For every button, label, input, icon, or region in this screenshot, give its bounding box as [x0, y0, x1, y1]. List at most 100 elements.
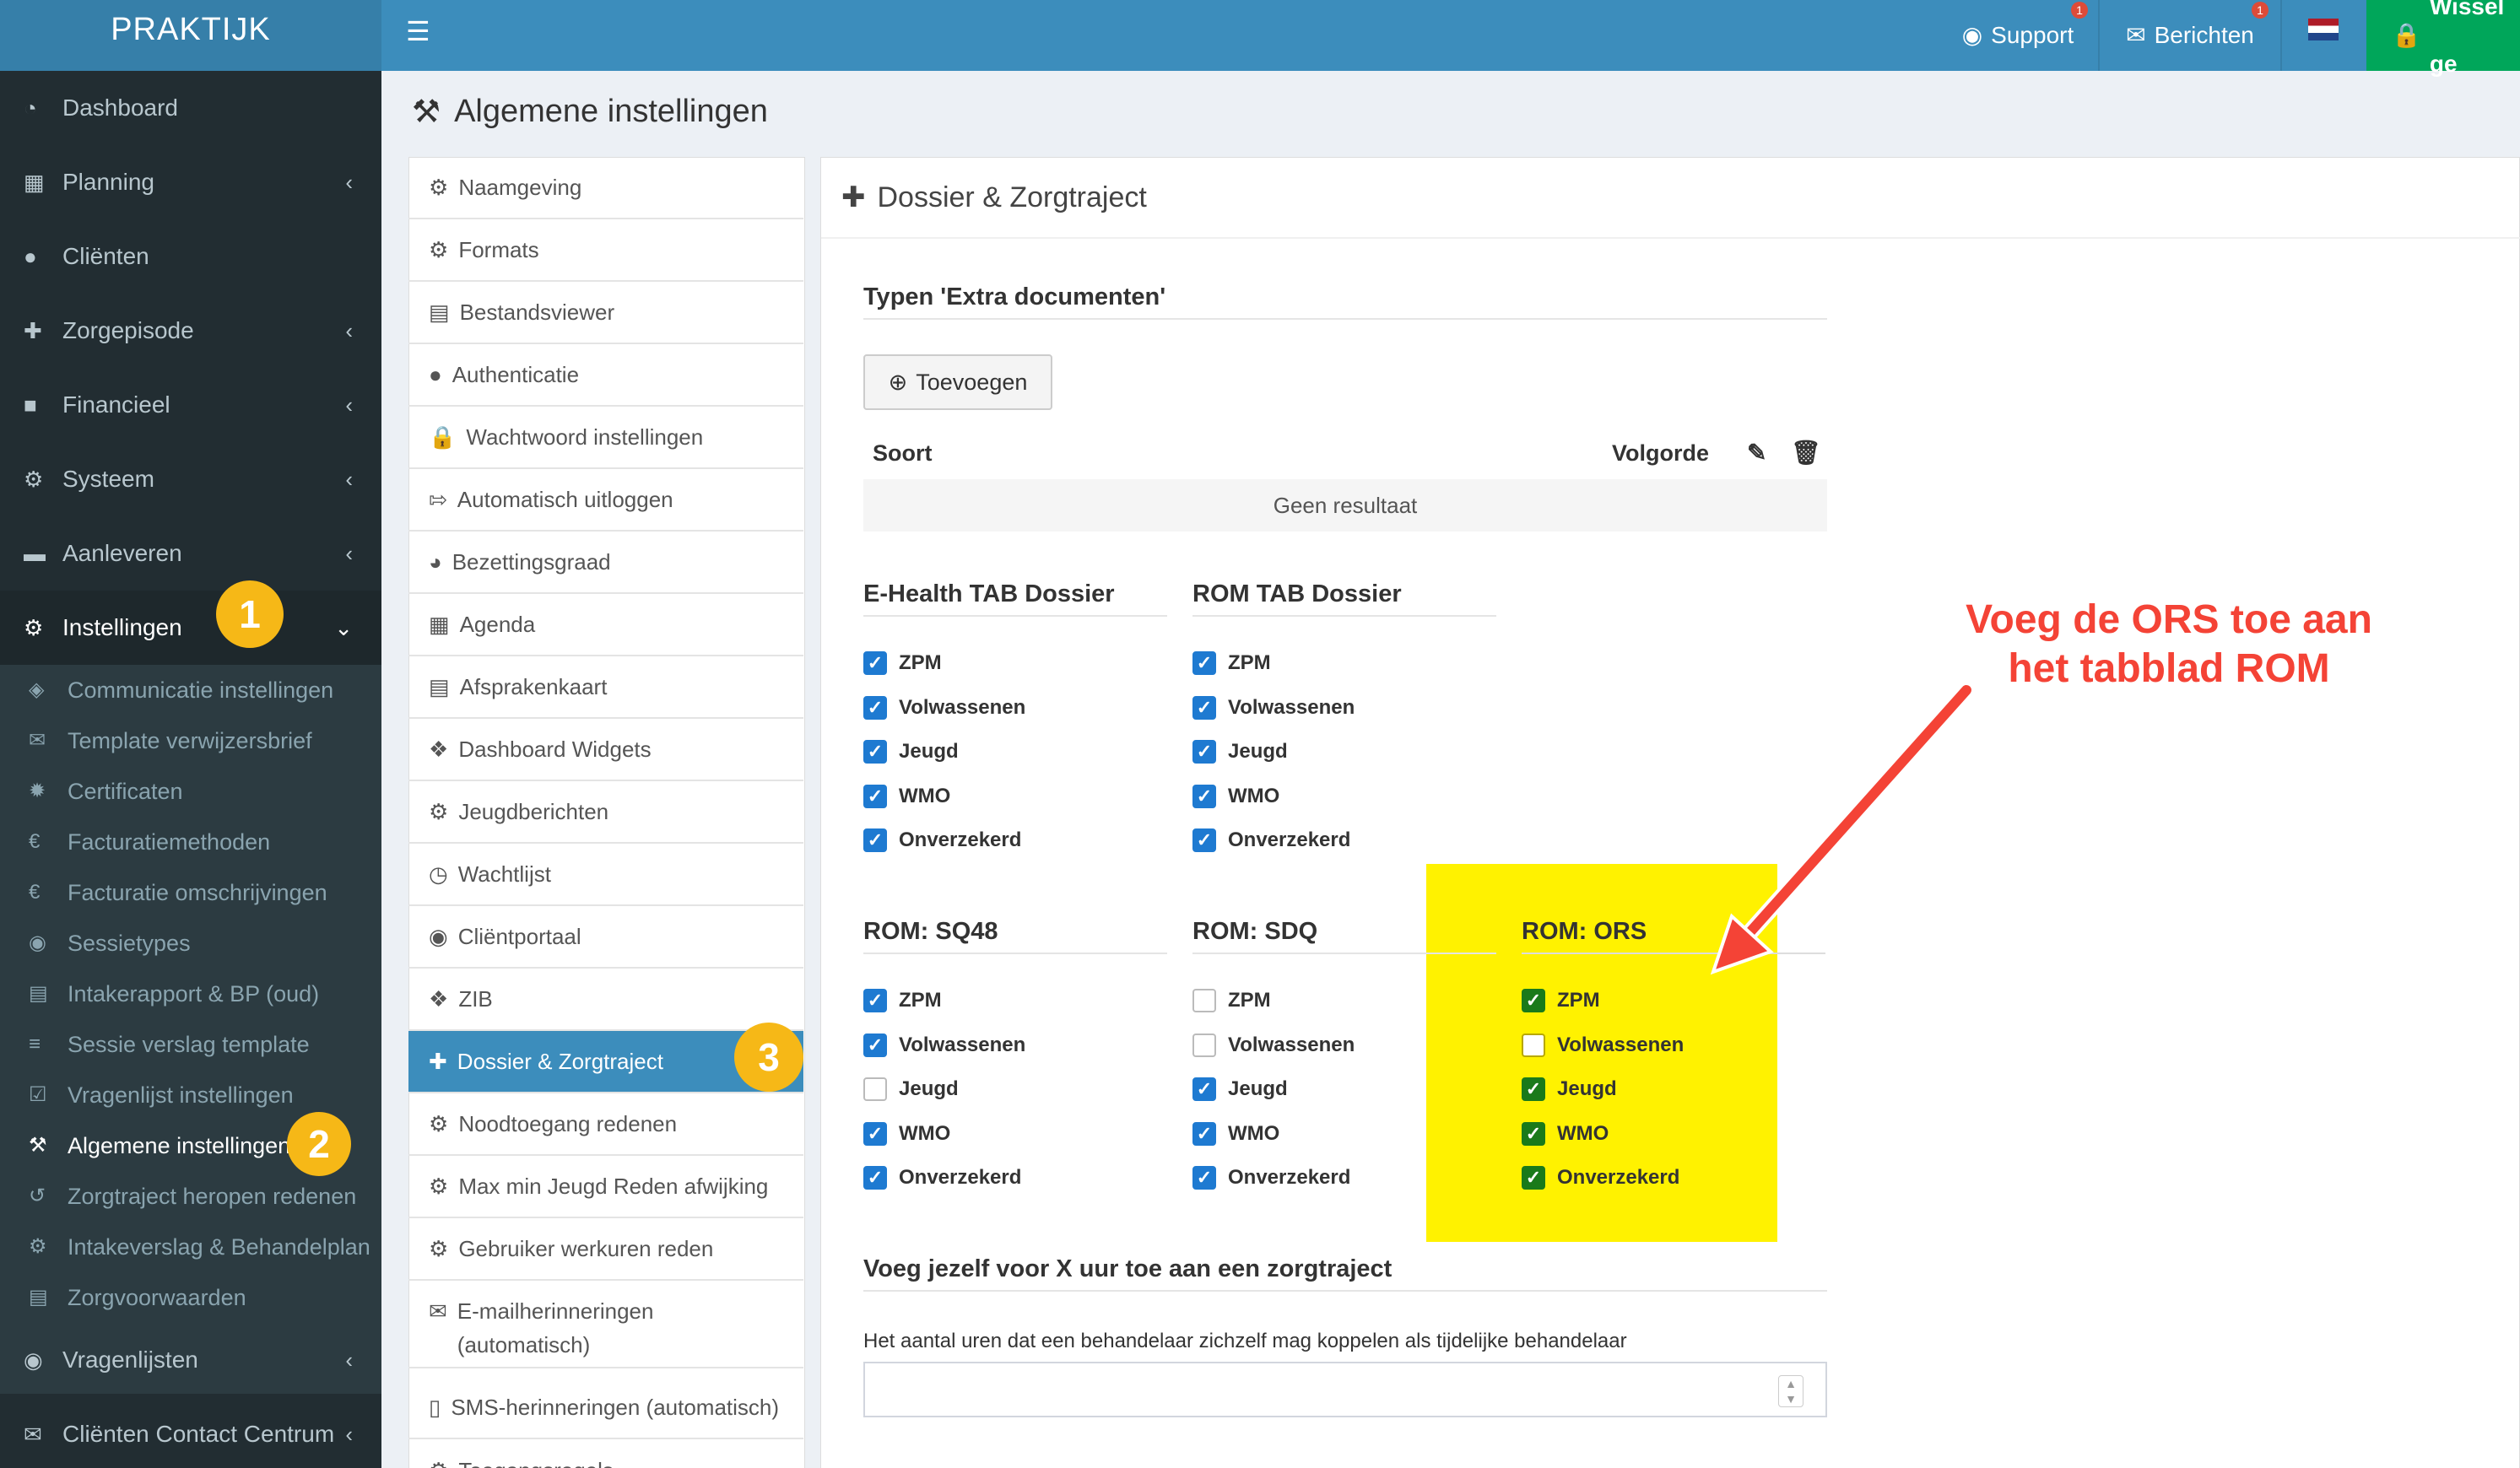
sidebar-subitem-intakerapport[interactable]: ▤ Intakerapport & BP (oud) [0, 969, 381, 1019]
support-button[interactable]: ◉ Support 1 [1939, 0, 2096, 71]
settings-item-noodtoegang[interactable]: ⚙ Noodtoegang redenen [408, 1093, 803, 1156]
checkbox-option[interactable]: ✓ Volwassenen [863, 695, 1025, 720]
settings-item-bezettingsgraad[interactable]: ◕ Bezettingsgraad [408, 532, 803, 594]
checkbox-option[interactable]: ✓ Onverzekerd [1192, 1166, 1350, 1190]
checkbox-unchecked-icon[interactable] [1522, 1033, 1545, 1057]
settings-item-wachtlijst[interactable]: ◷ Wachtlijst [408, 844, 803, 906]
menu-toggle-icon[interactable]: ☰ [406, 15, 430, 47]
spinner-icon[interactable]: ▲ ▼ [1778, 1375, 1803, 1407]
checkbox-option[interactable]: ✓ Volwassenen [863, 1033, 1025, 1057]
checkbox-checked-icon[interactable]: ✓ [1522, 1121, 1545, 1146]
checkbox-unchecked-icon[interactable] [863, 1077, 887, 1101]
sidebar-item-dashboard[interactable]: ◔ Dashboard [0, 71, 381, 145]
berichten-button[interactable]: ✉ Berichten 1 [2100, 0, 2280, 71]
checkbox-option[interactable]: ✓ Volwassenen [1192, 695, 1355, 720]
sidebar-item-clienten-contact-centrum[interactable]: ✉ Cliënten Contact Centrum ‹ [0, 1397, 381, 1468]
checkbox-checked-icon[interactable]: ✓ [863, 989, 887, 1012]
checkbox-option[interactable]: ✓ Onverzekerd [863, 828, 1021, 852]
settings-item-afsprakenkaart[interactable]: ▤ Afsprakenkaart [408, 656, 803, 719]
checkbox-option[interactable]: ✓ Jeugd [1192, 1077, 1288, 1101]
checkbox-option[interactable]: ✓ ZPM [863, 651, 942, 675]
settings-item-authenticatie[interactable]: ● Authenticatie [408, 344, 803, 407]
checkbox-option[interactable]: ✓ ZPM [1192, 651, 1271, 675]
sidebar-subitem-intakeverslag[interactable]: ⚙ Intakeverslag & Behandelplan [0, 1222, 381, 1272]
settings-item-max-min-jeugd[interactable]: ⚙ Max min Jeugd Reden afwijking [408, 1156, 803, 1218]
sidebar-subitem-facturatie-omschrijvingen[interactable]: € Facturatie omschrijvingen [0, 867, 381, 918]
checkbox-checked-icon[interactable]: ✓ [1192, 828, 1216, 852]
sidebar-item-planning[interactable]: ▦ Planning ‹ [0, 145, 381, 219]
settings-item-toegangsregels[interactable]: ⚙ Toegangsregels [408, 1439, 803, 1468]
checkbox-checked-icon[interactable]: ✓ [1192, 695, 1216, 720]
wissel-button[interactable]: 🔒 Wissel ge [2366, 0, 2520, 77]
checkbox-checked-icon[interactable]: ✓ [1192, 740, 1216, 764]
checkbox-option[interactable]: ✓ WMO [863, 784, 950, 808]
sidebar-subitem-certificaten[interactable]: ✹ Certificaten [0, 766, 381, 817]
sidebar-subitem-facturatiemethoden[interactable]: € Facturatiemethoden [0, 817, 381, 867]
checkbox-checked-icon[interactable]: ✓ [863, 784, 887, 808]
checkbox-checked-icon[interactable]: ✓ [863, 740, 887, 764]
settings-item-agenda[interactable]: ▦ Agenda [408, 594, 803, 656]
checkbox-option[interactable]: ✓ WMO [1522, 1121, 1609, 1146]
sidebar-item-instellingen[interactable]: ⚙ Instellingen ⌄ [0, 591, 381, 665]
checkbox-checked-icon[interactable]: ✓ [1522, 989, 1545, 1012]
sidebar-item-systeem[interactable]: ⚙ Systeem ‹ [0, 442, 381, 516]
settings-item-naamgeving[interactable]: ⚙ Naamgeving [408, 157, 803, 219]
checkbox-option[interactable]: Volwassenen [1192, 1033, 1355, 1057]
checkbox-checked-icon[interactable]: ✓ [863, 828, 887, 852]
language-flag-button[interactable] [2282, 0, 2365, 71]
checkbox-unchecked-icon[interactable] [1192, 989, 1216, 1012]
settings-item-formats[interactable]: ⚙ Formats [408, 219, 803, 282]
checkbox-option[interactable]: ✓ WMO [863, 1121, 950, 1146]
sidebar-subitem-zorgtraject-heropen[interactable]: ↺ Zorgtraject heropen redenen [0, 1171, 381, 1222]
checkbox-checked-icon[interactable]: ✓ [863, 651, 887, 675]
checkbox-checked-icon[interactable]: ✓ [1192, 1077, 1216, 1101]
checkbox-option[interactable]: ✓ ZPM [1522, 989, 1600, 1012]
checkbox-checked-icon[interactable]: ✓ [863, 1121, 887, 1146]
settings-item-sms-herinneringen[interactable]: ▯ SMS-herinneringen (automatisch) [408, 1377, 803, 1439]
hours-input[interactable]: ▲ ▼ [863, 1362, 1827, 1417]
sidebar-item-vragenlijsten[interactable]: ◉ Vragenlijsten ‹ [0, 1323, 381, 1397]
checkbox-option[interactable]: ✓ Jeugd [863, 740, 959, 764]
sidebar-item-zorgepisode[interactable]: ✚ Zorgepisode ‹ [0, 294, 381, 368]
checkbox-option[interactable]: Jeugd [863, 1077, 959, 1101]
sidebar-item-clienten[interactable]: ● Cliënten [0, 219, 381, 294]
sidebar-item-financieel[interactable]: ■ Financieel ‹ [0, 368, 381, 442]
sidebar-subitem-zorgvoorwaarden[interactable]: ▤ Zorgvoorwaarden [0, 1272, 381, 1323]
checkbox-option[interactable]: ✓ WMO [1192, 784, 1279, 808]
checkbox-option[interactable]: ✓ WMO [1192, 1121, 1279, 1146]
sidebar-subitem-sessietypes[interactable]: ◉ Sessietypes [0, 918, 381, 969]
sidebar-subitem-sessie-verslag[interactable]: ≡ Sessie verslag template [0, 1019, 381, 1070]
checkbox-option[interactable]: ✓ Jeugd [1192, 740, 1288, 764]
checkbox-checked-icon[interactable]: ✓ [1192, 1121, 1216, 1146]
settings-item-bestandsviewer[interactable]: ▤ Bestandsviewer [408, 282, 803, 344]
checkbox-checked-icon[interactable]: ✓ [1522, 1077, 1545, 1101]
checkbox-option[interactable]: ✓ ZPM [863, 989, 942, 1012]
checkbox-checked-icon[interactable]: ✓ [863, 695, 887, 720]
checkbox-option[interactable]: ZPM [1192, 989, 1271, 1012]
checkbox-checked-icon[interactable]: ✓ [863, 1166, 887, 1190]
settings-item-wachtwoord[interactable]: 🔒 Wachtwoord instellingen [408, 407, 803, 469]
settings-item-automatisch-uitloggen[interactable]: ⇰ Automatisch uitloggen [408, 469, 803, 532]
checkbox-unchecked-icon[interactable] [1192, 1033, 1216, 1057]
checkbox-option[interactable]: ✓ Jeugd [1522, 1077, 1617, 1101]
sidebar-subitem-template-verwijzersbrief[interactable]: ✉ Template verwijzersbrief [0, 715, 381, 766]
settings-item-dashboard-widgets[interactable]: ❖ Dashboard Widgets [408, 719, 803, 781]
checkbox-checked-icon[interactable]: ✓ [1522, 1166, 1545, 1190]
checkbox-option[interactable]: ✓ Onverzekerd [1522, 1166, 1679, 1190]
sidebar-subitem-communicatie[interactable]: ◈ Communicatie instellingen [0, 665, 381, 715]
checkbox-checked-icon[interactable]: ✓ [1192, 651, 1216, 675]
checkbox-checked-icon[interactable]: ✓ [1192, 1166, 1216, 1190]
settings-item-email-herinneringen[interactable]: ✉ E-mailherinneringen (automatisch) [408, 1281, 803, 1368]
checkbox-option[interactable]: Volwassenen [1522, 1033, 1684, 1057]
sidebar-item-aanleveren[interactable]: ▬ Aanleveren ‹ [0, 516, 381, 591]
settings-item-jeugdberichten[interactable]: ⚙ Jeugdberichten [408, 781, 803, 844]
settings-item-zib[interactable]: ❖ ZIB [408, 969, 803, 1031]
checkbox-checked-icon[interactable]: ✓ [1192, 784, 1216, 808]
toevoegen-button[interactable]: ⊕ Toevoegen [863, 354, 1052, 410]
app-logo[interactable]: PRAKTIJK [0, 0, 381, 71]
settings-item-clientportaal[interactable]: ◉ Cliëntportaal [408, 906, 803, 969]
checkbox-option[interactable]: ✓ Onverzekerd [863, 1166, 1021, 1190]
checkbox-checked-icon[interactable]: ✓ [863, 1033, 887, 1057]
settings-item-gebruiker-werkuren[interactable]: ⚙ Gebruiker werkuren reden [408, 1218, 803, 1281]
checkbox-option[interactable]: ✓ Onverzekerd [1192, 828, 1350, 852]
